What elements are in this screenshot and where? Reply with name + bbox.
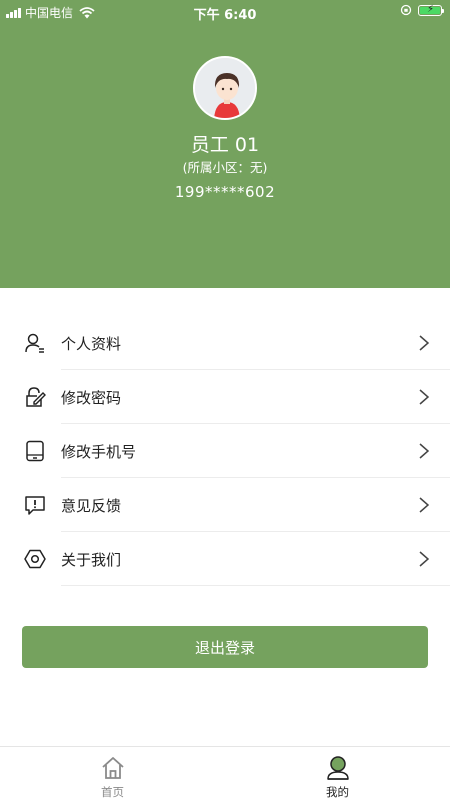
- bottom-tab-bar: 首页 我的: [0, 746, 450, 800]
- divider: [61, 585, 450, 586]
- about-icon: [24, 549, 46, 569]
- tab-label: 我的: [326, 785, 349, 799]
- profile-icon: [326, 756, 349, 780]
- menu-item-label: 修改手机号: [61, 443, 137, 461]
- menu-item-profile[interactable]: 个人资料: [0, 316, 450, 370]
- tab-home[interactable]: 首页: [0, 747, 225, 800]
- profile-header: 员工 01 (所属小区：无) 199*****602: [0, 0, 450, 288]
- user-community: (所属小区：无): [182, 160, 268, 175]
- chevron-right-icon: [419, 335, 430, 351]
- menu-item-about[interactable]: 关于我们: [0, 532, 450, 586]
- chevron-right-icon: [419, 497, 430, 513]
- menu-item-label: 关于我们: [61, 551, 122, 569]
- home-icon: [101, 757, 124, 779]
- tab-mine[interactable]: 我的: [225, 747, 450, 800]
- logout-button[interactable]: 退出登录: [22, 626, 428, 668]
- phone-icon: [26, 440, 44, 462]
- chevron-right-icon: [419, 443, 430, 459]
- edit-password-icon: [26, 387, 46, 407]
- status-time: 下午 6:40: [193, 8, 257, 23]
- menu-item-change-password[interactable]: 修改密码: [0, 370, 450, 424]
- user-phone: 199*****602: [174, 183, 276, 201]
- user-name: 员工 01: [190, 134, 260, 156]
- menu-item-label: 意见反馈: [61, 497, 122, 515]
- chevron-right-icon: [419, 551, 430, 567]
- menu-item-feedback[interactable]: 意见反馈: [0, 478, 450, 532]
- tab-label: 首页: [101, 785, 124, 799]
- orientation-lock-icon: [400, 4, 412, 16]
- user-profile-icon: [25, 333, 44, 353]
- avatar[interactable]: [193, 56, 257, 120]
- menu-item-change-phone[interactable]: 修改手机号: [0, 424, 450, 478]
- chevron-right-icon: [419, 389, 430, 405]
- settings-menu: 个人资料 修改密码 修改手机号 意见反馈 关于我们: [0, 316, 450, 586]
- feedback-icon: [25, 496, 45, 515]
- status-bar: 中国电信 下午 6:40 ⚡: [0, 0, 450, 24]
- menu-item-label: 修改密码: [61, 389, 122, 407]
- menu-item-label: 个人资料: [61, 335, 122, 353]
- battery-icon: ⚡: [418, 4, 444, 16]
- avatar-illustration: [195, 58, 255, 118]
